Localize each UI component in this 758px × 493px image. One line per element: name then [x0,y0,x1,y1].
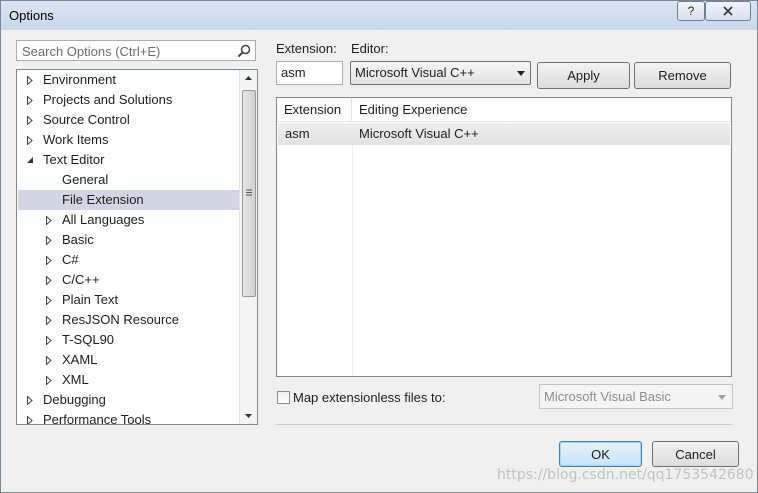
help-button[interactable]: ? [677,1,705,21]
map-extensionless-dropdown[interactable]: Microsoft Visual Basic [539,384,733,409]
tree-item-label: Basic [62,232,94,247]
window-title: Options [9,8,54,23]
remove-button[interactable]: Remove [634,62,731,89]
tree-item-work-items[interactable]: Work Items [18,130,240,150]
close-icon [723,6,733,16]
collapsed-arrow-icon[interactable] [45,276,53,285]
apply-button[interactable]: Apply [537,62,630,89]
tree-item-general[interactable]: General [18,170,240,190]
tree-item-resjson-resource[interactable]: ResJSON Resource [18,310,240,330]
column-header-editing-experience[interactable]: Editing Experience [352,98,731,122]
close-button[interactable] [705,1,751,21]
extension-input[interactable]: asm [276,61,343,85]
tree-scrollbar[interactable] [239,70,257,424]
help-icon: ? [687,4,695,18]
tree-item-all-languages[interactable]: All Languages [18,210,240,230]
editor-selected-value: Microsoft Visual C++ [355,65,475,80]
search-icon[interactable] [237,44,251,58]
ok-button[interactable]: OK [559,441,642,467]
tree-item-source-control[interactable]: Source Control [18,110,240,130]
extension-table: Extension Editing Experience asm Microso… [276,97,732,377]
collapsed-arrow-icon[interactable] [45,376,53,385]
tree-item-file-extension[interactable]: File Extension [18,190,240,210]
tree-item-plain-text[interactable]: Plain Text [18,290,240,310]
map-extensionless-value: Microsoft Visual Basic [544,389,671,404]
extension-label: Extension: [276,41,337,56]
tree-item-label: Source Control [43,112,130,127]
tree-item-label: Plain Text [62,292,119,307]
tree-item-label: ResJSON Resource [62,312,180,327]
scroll-up-button[interactable] [240,70,257,87]
arrow-down-icon [245,414,252,418]
tree-item-debugging[interactable]: Debugging [18,390,240,410]
collapsed-arrow-icon[interactable] [26,96,34,105]
tree-item-projects-and-solutions[interactable]: Projects and Solutions [18,90,240,110]
tree-item-label: Projects and Solutions [43,92,173,107]
map-extensionless-checkbox[interactable] [277,391,290,404]
tree-item-c-c[interactable]: C/C++ [18,270,240,290]
tree-item-basic[interactable]: Basic [18,230,240,250]
column-divider [352,122,353,376]
tree-item-label: XAML [62,352,98,367]
tree-item-environment[interactable]: Environment [18,70,240,90]
map-extensionless-label: Map extensionless files to: [293,390,446,405]
tree-item-c[interactable]: C# [18,250,240,270]
scroll-thumb[interactable] [242,90,256,297]
grip-icon [246,189,252,196]
collapsed-arrow-icon[interactable] [45,336,53,345]
expanded-arrow-icon[interactable] [26,156,34,165]
row-editing-experience-cell: Microsoft Visual C++ [359,126,479,141]
tree-item-xaml[interactable]: XAML [18,350,240,370]
collapsed-arrow-icon[interactable] [45,356,53,365]
collapsed-arrow-icon[interactable] [26,136,34,145]
cancel-button[interactable]: Cancel [652,441,739,467]
search-placeholder: Search Options (Ctrl+E) [22,44,161,59]
table-row[interactable]: asm Microsoft Visual C++ [278,123,730,145]
options-dialog: Options ? Search Options (Ctrl+E) Perfor… [0,0,758,493]
options-tree[interactable]: Performance Tools Debugging XML XAML T-SQL90… [16,69,258,425]
tree-item-label: T-SQL90 [62,332,115,347]
editor-dropdown[interactable]: Microsoft Visual C++ [350,61,531,85]
arrow-up-icon [245,76,252,80]
tree-item-label: Text Editor [43,152,105,167]
collapsed-arrow-icon[interactable] [26,416,34,425]
tree-item-label: All Languages [62,212,145,227]
collapsed-arrow-icon[interactable] [26,76,34,85]
tree-item-label: General [62,172,109,187]
editor-label: Editor: [351,41,389,56]
tree-item-label: Environment [43,72,116,87]
collapsed-arrow-icon[interactable] [45,256,53,265]
search-options-input[interactable]: Search Options (Ctrl+E) [16,40,256,61]
tree-item-label: File Extension [62,192,144,207]
tree-item-t-sql90[interactable]: T-SQL90 [18,330,240,350]
collapsed-arrow-icon[interactable] [45,316,53,325]
tree-item-performance-tools[interactable]: Performance Tools [18,410,240,425]
tree-item-text-editor[interactable]: Text Editor [18,150,240,170]
collapsed-arrow-icon[interactable] [45,236,53,245]
footer-divider [276,424,732,425]
collapsed-arrow-icon[interactable] [45,216,53,225]
scroll-down-button[interactable] [240,407,257,424]
watermark-text: https://blog.csdn.net/qq1753542680 [497,467,754,483]
column-header-extension[interactable]: Extension [277,98,352,122]
collapsed-arrow-icon[interactable] [45,296,53,305]
tree-item-label: Performance Tools [43,412,152,425]
tree-item-label: C/C++ [62,272,100,287]
chevron-down-icon [718,395,726,400]
tree-item-label: XML [62,372,89,387]
title-bar: Options ? [1,1,757,30]
chevron-down-icon [517,71,525,76]
tree-item-xml[interactable]: XML [18,370,240,390]
tree-item-label: Work Items [43,132,109,147]
row-extension-cell: asm [285,126,310,141]
tree-item-label: Debugging [43,392,106,407]
collapsed-arrow-icon[interactable] [26,396,34,405]
collapsed-arrow-icon[interactable] [26,116,34,125]
tree-item-label: C# [62,252,79,267]
